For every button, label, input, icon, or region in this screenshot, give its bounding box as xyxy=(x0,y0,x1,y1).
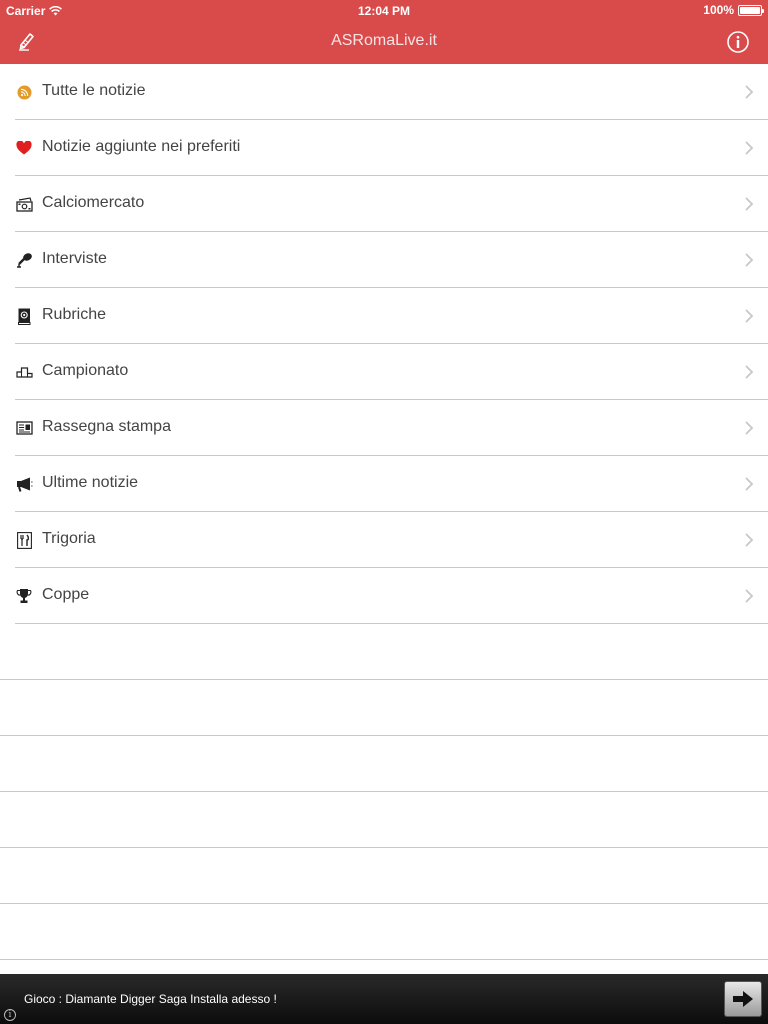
list-item-rassegna-stampa[interactable]: Rassegna stampa xyxy=(0,400,768,456)
fork-knife-icon xyxy=(15,531,33,549)
empty-row xyxy=(0,680,768,736)
chevron-right-icon xyxy=(745,309,754,323)
chevron-right-icon xyxy=(745,85,754,99)
ad-text[interactable]: Gioco : Diamante Digger Saga Installa ad… xyxy=(24,992,277,1006)
ad-arrow-button[interactable] xyxy=(724,981,762,1017)
list-item-coppe[interactable]: Coppe xyxy=(0,568,768,624)
newspaper-icon xyxy=(15,419,33,437)
chevron-right-icon xyxy=(745,533,754,547)
info-button[interactable] xyxy=(726,30,750,54)
list-item-interviste[interactable]: Interviste xyxy=(0,232,768,288)
info-icon xyxy=(727,31,749,53)
list-item-label: Calciomercato xyxy=(42,194,145,211)
list-item-tutte-le-notizie[interactable]: Tutte le notizie xyxy=(0,64,768,120)
empty-row xyxy=(0,736,768,792)
empty-row xyxy=(0,848,768,904)
list-item-trigoria[interactable]: Trigoria xyxy=(0,512,768,568)
list-item-preferiti[interactable]: Notizie aggiunte nei preferiti xyxy=(0,120,768,176)
money-icon xyxy=(15,195,33,213)
list-item-campionato[interactable]: Campionato xyxy=(0,344,768,400)
category-list: Tutte le notizie Notizie aggiunte nei pr… xyxy=(0,64,768,960)
chevron-right-icon xyxy=(745,141,754,155)
ad-banner[interactable]: Gioco : Diamante Digger Saga Installa ad… xyxy=(0,974,768,1024)
list-item-label: Ultime notizie xyxy=(42,474,139,491)
status-time: 12:04 PM xyxy=(357,4,411,18)
list-item-ultime-notizie[interactable]: Ultime notizie xyxy=(0,456,768,512)
list-item-label: Coppe xyxy=(42,586,90,603)
status-bar: Carrier 12:04 PM 100% xyxy=(0,0,768,20)
trophy-icon xyxy=(15,587,33,605)
list-item-label: Notizie aggiunte nei preferiti xyxy=(42,138,241,155)
page-title: ASRomaLive.it xyxy=(331,32,437,49)
chevron-right-icon xyxy=(745,589,754,603)
arrow-right-icon xyxy=(733,991,753,1007)
podium-icon xyxy=(15,363,33,381)
list-item-label: Interviste xyxy=(42,250,107,267)
address-book-icon xyxy=(15,307,33,325)
list-item-calciomercato[interactable]: Calciomercato xyxy=(0,176,768,232)
list-item-label: Rubriche xyxy=(42,306,107,323)
chevron-right-icon xyxy=(745,197,754,211)
chevron-right-icon xyxy=(745,253,754,267)
list-item-label: Rassegna stampa xyxy=(42,418,171,435)
megaphone-icon xyxy=(15,475,33,493)
list-item-label: Campionato xyxy=(42,362,129,379)
battery-icon xyxy=(738,4,764,16)
empty-row xyxy=(0,792,768,848)
ad-info-icon[interactable]: i xyxy=(4,1009,16,1021)
microphone-icon xyxy=(15,251,33,269)
list-item-label: Tutte le notizie xyxy=(42,82,146,99)
battery-percent: 100% xyxy=(703,3,734,17)
empty-row xyxy=(0,904,768,960)
chevron-right-icon xyxy=(745,365,754,379)
rss-icon xyxy=(15,83,33,101)
list-item-label: Trigoria xyxy=(42,530,96,547)
list-item-rubriche[interactable]: Rubriche xyxy=(0,288,768,344)
empty-row xyxy=(0,624,768,680)
chevron-right-icon xyxy=(745,477,754,491)
navigation-bar: ASRomaLive.it xyxy=(0,20,768,64)
battery-group: 100% xyxy=(703,3,764,17)
heart-icon xyxy=(15,139,33,157)
chevron-right-icon xyxy=(745,421,754,435)
